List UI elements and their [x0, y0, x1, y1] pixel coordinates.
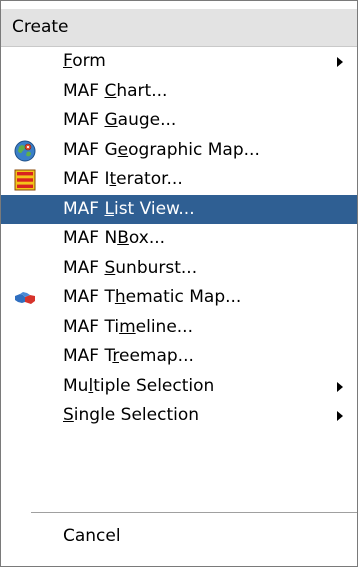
- menu-item-label: MAF Gauge...: [63, 110, 177, 130]
- menu-item-label: MAF Timeline...: [63, 316, 193, 337]
- submenu-arrow-icon: [337, 381, 343, 392]
- menu-items: Form MAF Chart... MAF Gauge... MAF Geogr…: [1, 47, 357, 431]
- menu-item-maf-timeline[interactable]: MAF Timeline...: [1, 313, 357, 343]
- menu-item-label: MAF Chart...: [63, 80, 168, 101]
- globe-icon: [14, 140, 36, 161]
- submenu-arrow-icon: [337, 57, 343, 67]
- submenu-arrow-icon: [337, 411, 343, 421]
- iterator-icon: [14, 169, 36, 191]
- menu-item-form[interactable]: Form: [1, 47, 357, 77]
- menu-item-label: MAF List View...: [63, 198, 195, 219]
- menu-item-maf-sunburst[interactable]: MAF Sunburst...: [1, 254, 357, 284]
- menu-item-label: Cancel: [63, 526, 121, 546]
- menu-item-maf-iterator[interactable]: MAF Iterator...: [1, 165, 357, 195]
- menu-item-label: Single Selection: [63, 405, 200, 425]
- menu-item-maf-list-view[interactable]: MAF List View...: [1, 194, 357, 224]
- menu-item-single-selection[interactable]: Single Selection: [1, 401, 357, 431]
- menu-item-maf-nbox[interactable]: MAF NBox...: [1, 224, 357, 254]
- menu-item-maf-treemap[interactable]: MAF Treemap...: [1, 342, 357, 372]
- menu-item-label: Multiple Selection: [63, 375, 215, 396]
- menu-item-maf-thematic-map[interactable]: MAF Thematic Map...: [1, 283, 357, 313]
- menu-item-multiple-selection[interactable]: Multiple Selection: [1, 372, 357, 402]
- menu-item-label: MAF Sunburst...: [63, 257, 198, 278]
- menu-item-cancel[interactable]: Cancel: [1, 522, 357, 552]
- menu-header: Create: [1, 9, 357, 47]
- create-context-menu: Create Form MAF Chart... MAF Gauge... MA…: [0, 0, 358, 567]
- menu-item-label: MAF Treemap...: [63, 346, 194, 366]
- menu-separator: [31, 512, 357, 513]
- menu-item-label: MAF NBox...: [63, 228, 166, 248]
- thematic-map-icon: [15, 292, 35, 304]
- menu-item-label: Form: [63, 51, 106, 71]
- menu-item-maf-geographic-map[interactable]: MAF Geographic Map...: [1, 136, 357, 166]
- menu-item-label: MAF Geographic Map...: [63, 139, 260, 160]
- menu-item-maf-chart[interactable]: MAF Chart...: [1, 77, 357, 107]
- menu-item-label: MAF Thematic Map...: [63, 287, 242, 307]
- menu-item-label: MAF Iterator...: [63, 169, 183, 189]
- menu-item-maf-gauge[interactable]: MAF Gauge...: [1, 106, 357, 136]
